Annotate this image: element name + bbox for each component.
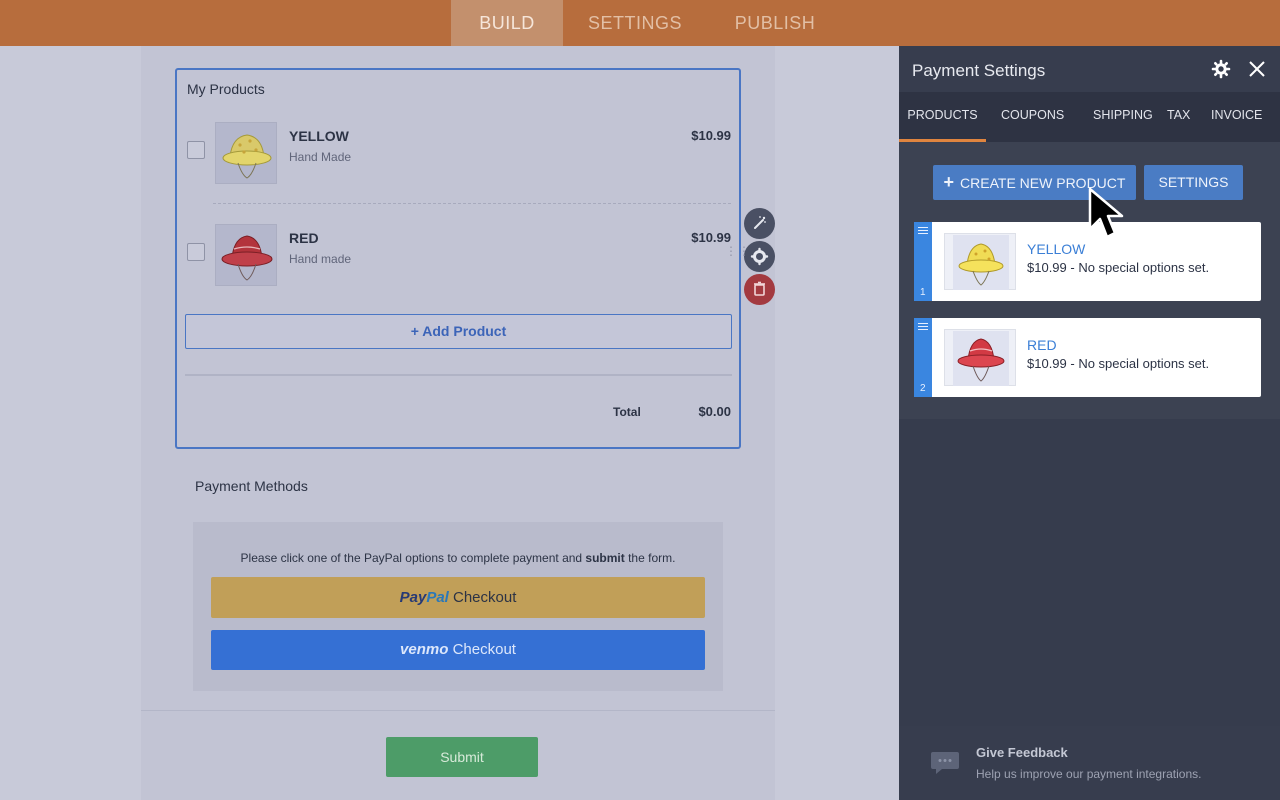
product-checkbox[interactable]: [187, 243, 205, 261]
magic-wand-icon: [754, 216, 766, 229]
panel-title: Payment Settings: [912, 61, 1046, 80]
panel-close-button[interactable]: [1247, 59, 1267, 79]
products-widget[interactable]: My Products YELLOW Hand Made $10.99 RED …: [175, 68, 741, 449]
paypal-logo: Pay: [399, 589, 427, 606]
tab-build[interactable]: BUILD: [451, 0, 563, 46]
panel-header: Payment Settings: [899, 46, 1280, 92]
payment-settings-panel: Payment Settings PRODUCTS COUPONS SHIPPI…: [899, 46, 1280, 800]
product-checkbox[interactable]: [187, 141, 205, 159]
submit-button[interactable]: Submit: [386, 737, 538, 777]
feedback-footer[interactable]: Give Feedback Help us improve our paymen…: [899, 726, 1280, 800]
tab-settings[interactable]: SETTINGS: [571, 0, 699, 46]
product-list-name[interactable]: YELLOW: [1027, 241, 1085, 257]
panel-body: + CREATE NEW PRODUCT SETTINGS 1 YELLOW $1…: [899, 142, 1280, 419]
magic-wand-tool-button[interactable]: [744, 208, 775, 239]
delete-widget-button[interactable]: [744, 274, 775, 305]
product-divider: [213, 203, 731, 204]
product-subtitle: Hand Made: [289, 150, 352, 164]
product-price: $10.99: [691, 230, 731, 245]
tab-publish[interactable]: PUBLISH: [715, 0, 835, 46]
red-hat-icon: [953, 331, 1009, 386]
product-name: YELLOW: [289, 128, 349, 144]
payment-methods-title: Payment Methods: [195, 478, 308, 494]
close-icon: [1249, 61, 1265, 77]
product-list-description: $10.99 - No special options set.: [1027, 260, 1210, 275]
menu-icon: [918, 323, 928, 332]
tab-shipping[interactable]: SHIPPING: [1093, 92, 1153, 142]
red-hat-icon: [221, 235, 273, 281]
payment-note: Please click one of the PayPal options t…: [240, 551, 676, 565]
form-separator: [141, 710, 775, 711]
product-thumbnail: [944, 233, 1016, 290]
panel-gear-button[interactable]: [1211, 59, 1231, 79]
chat-bubble-icon: [931, 752, 959, 774]
item-number: 1: [920, 287, 926, 298]
drag-strip[interactable]: 2: [914, 318, 932, 397]
total-value: $0.00: [698, 404, 731, 419]
paypal-checkout-button[interactable]: PayPal Checkout: [211, 577, 705, 618]
paypal-checkout-label: Checkout: [453, 589, 517, 606]
payment-methods-box: Please click one of the PayPal options t…: [193, 522, 723, 691]
total-label: Total: [613, 405, 641, 419]
product-image: [215, 122, 277, 184]
mouse-cursor-icon: [1088, 187, 1124, 239]
item-number: 2: [920, 383, 926, 394]
product-subtitle: Hand made: [289, 252, 352, 266]
product-settings-button[interactable]: SETTINGS: [1144, 165, 1243, 200]
products-title: My Products: [187, 81, 265, 97]
product-list-item[interactable]: 2 RED $10.99 - No special options set.: [914, 318, 1261, 397]
menu-icon: [918, 227, 928, 236]
top-navigation: BUILD SETTINGS PUBLISH: [0, 0, 1280, 46]
feedback-title: Give Feedback: [976, 745, 1068, 760]
drag-handle-icon[interactable]: ⋮⋮: [725, 245, 750, 270]
tab-tax[interactable]: TAX: [1167, 92, 1190, 142]
venmo-logo: venmo: [400, 641, 449, 658]
gear-icon: [1211, 59, 1231, 79]
trash-icon: [754, 281, 765, 296]
venmo-checkout-label: Checkout: [452, 641, 516, 658]
product-list-description: $10.99 - No special options set.: [1027, 356, 1210, 371]
venmo-checkout-button[interactable]: venmo Checkout: [211, 630, 705, 670]
product-row-yellow: YELLOW Hand Made $10.99: [177, 122, 739, 192]
total-divider: [185, 374, 732, 376]
product-row-red: RED Hand made $10.99: [177, 224, 739, 294]
yellow-hat-icon: [222, 134, 272, 179]
plus-icon: +: [943, 172, 955, 192]
product-list-name[interactable]: RED: [1027, 337, 1057, 353]
panel-tabs: PRODUCTS COUPONS SHIPPING TAX INVOICE: [899, 92, 1280, 142]
product-price: $10.99: [691, 128, 731, 143]
product-thumbnail: [944, 329, 1016, 386]
tab-coupons[interactable]: COUPONS: [1001, 92, 1064, 142]
drag-strip[interactable]: 1: [914, 222, 932, 301]
yellow-hat-icon: [953, 235, 1009, 290]
feedback-subtitle: Help us improve our payment integrations…: [976, 767, 1202, 781]
product-name: RED: [289, 230, 319, 246]
tab-invoice[interactable]: INVOICE: [1211, 92, 1262, 142]
tab-products[interactable]: PRODUCTS: [899, 92, 986, 142]
add-product-button[interactable]: + Add Product: [185, 314, 732, 349]
product-image: [215, 224, 277, 286]
